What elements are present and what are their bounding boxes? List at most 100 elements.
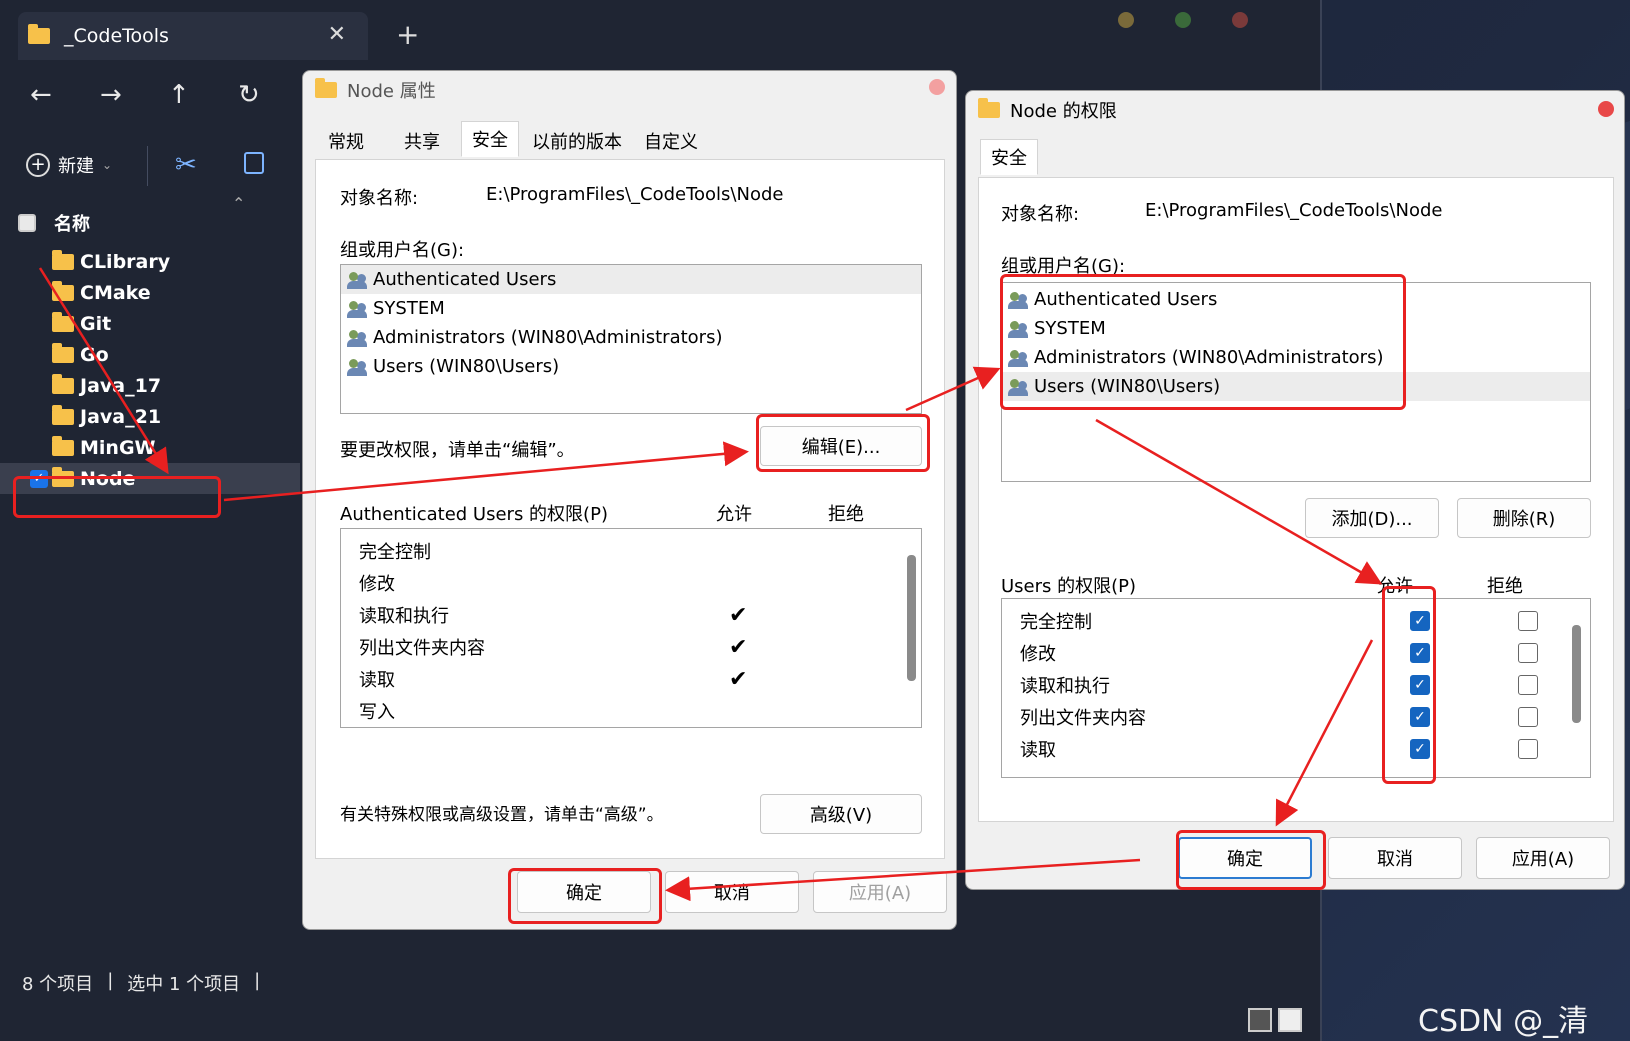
folder-icon (52, 280, 74, 301)
users-listbox: Authenticated Users SYSTEM Administrator… (340, 264, 922, 414)
back-arrow-icon[interactable]: ← (30, 80, 52, 110)
tab-sharing[interactable]: 共享 (393, 125, 451, 157)
add-button[interactable]: 添加(D)... (1305, 498, 1439, 538)
forward-arrow-icon[interactable]: → (100, 80, 122, 110)
scrollbar[interactable] (907, 555, 916, 681)
users-icon (347, 329, 369, 347)
view-switcher (1248, 1008, 1302, 1032)
checkmark-icon: ✔ (729, 666, 748, 692)
user-name: Authenticated Users (373, 269, 557, 290)
tab-strip: 常规 共享 安全 以前的版本 自定义 (317, 121, 709, 157)
up-arrow-icon[interactable]: ↑ (168, 80, 190, 110)
highlight-edit-button (756, 414, 930, 472)
tab-previous-versions[interactable]: 以前的版本 (521, 125, 633, 157)
apply-button[interactable]: 应用(A) (813, 871, 947, 913)
list-item[interactable]: Authenticated Users (341, 265, 921, 294)
permission-name: 列出文件夹内容 (1020, 708, 1146, 729)
folder-icon (315, 78, 337, 98)
highlight-node-folder (13, 476, 221, 518)
deny-checkbox[interactable] (1518, 643, 1538, 663)
list-item[interactable]: Java_21 (0, 401, 300, 432)
tab-general[interactable]: 常规 (317, 125, 375, 157)
list-item[interactable]: SYSTEM (341, 294, 921, 323)
tab-security[interactable]: 安全 (461, 121, 519, 157)
users-icon (347, 358, 369, 376)
permission-row: 写入 (359, 695, 921, 727)
apply-button[interactable]: 应用(A) (1476, 837, 1610, 879)
permission-row: 读取 ✔ (359, 663, 921, 695)
deny-checkbox[interactable] (1518, 611, 1538, 631)
advanced-button[interactable]: 高级(V) (760, 794, 922, 834)
list-item[interactable]: Git (0, 308, 300, 339)
permission-row: 读取和执行 ✓ (1020, 669, 1590, 701)
permission-row: 完全控制 (359, 535, 921, 567)
permission-name: 读取 (1020, 740, 1056, 761)
deny-checkbox[interactable] (1518, 739, 1538, 759)
folder-icon (52, 311, 74, 332)
remove-button[interactable]: 删除(R) (1457, 498, 1591, 538)
list-item[interactable]: CLibrary (0, 246, 300, 277)
object-name-value: E:\ProgramFiles\_CodeTools\Node (486, 184, 784, 205)
status-divider: | (107, 970, 114, 991)
folder-icon (978, 98, 1000, 118)
tiles-view-icon[interactable] (1278, 1008, 1302, 1032)
folder-icon (52, 435, 74, 456)
explorer-tab[interactable]: _CodeTools ✕ (18, 12, 368, 60)
tab-customize[interactable]: 自定义 (633, 125, 709, 157)
list-item[interactable]: Java_17 (0, 370, 300, 401)
folder-name: Java_21 (80, 405, 162, 428)
status-divider: | (254, 970, 261, 991)
new-tab-button[interactable]: + (396, 18, 419, 51)
object-name-label: 对象名称: (1001, 204, 1080, 225)
permission-name: 列出文件夹内容 (359, 638, 485, 659)
cancel-button[interactable]: 取消 (1328, 837, 1462, 879)
list-item[interactable]: CMake (0, 277, 300, 308)
tab-title: _CodeTools (64, 25, 169, 47)
close-tab-icon[interactable]: ✕ (328, 22, 346, 47)
deny-checkbox[interactable] (1518, 675, 1538, 695)
column-name-header[interactable]: 名称 (54, 210, 90, 236)
cancel-button[interactable]: 取消 (665, 871, 799, 913)
cut-icon[interactable]: ✂ (175, 150, 197, 180)
permissions-list: 完全控制 修改 读取和执行 ✔ 列出文件夹内容 ✔ 读取 ✔ 写入 (340, 528, 922, 728)
folder-name: Java_17 (80, 374, 162, 397)
tab-security[interactable]: 安全 (980, 139, 1038, 175)
scrollbar[interactable] (1572, 625, 1581, 723)
permissions-list: 完全控制 ✓ 修改 ✓ 读取和执行 ✓ 列出文件夹内容 ✓ 读取 ✓ (1001, 598, 1591, 778)
dialog-titlebar: Node 属性 (315, 77, 436, 103)
deny-header: 拒绝 (828, 504, 864, 525)
close-window-button[interactable] (1232, 12, 1248, 28)
list-item[interactable]: Administrators (WIN80\Administrators) (341, 323, 921, 352)
permission-row: 列出文件夹内容 ✓ (1020, 701, 1590, 733)
folder-name: Go (80, 343, 109, 366)
permissions-dialog: Node 的权限 安全 对象名称: E:\ProgramFiles\_CodeT… (965, 90, 1625, 890)
close-icon[interactable] (1598, 101, 1614, 117)
folder-name: Git (80, 312, 112, 335)
refresh-icon[interactable]: ↻ (238, 80, 260, 110)
checkmark-icon: ✔ (729, 602, 748, 628)
copy-icon[interactable] (244, 152, 264, 174)
minimize-button[interactable] (1118, 12, 1134, 28)
permission-name: 修改 (1020, 644, 1056, 665)
users-icon (347, 300, 369, 318)
details-view-icon[interactable] (1248, 1008, 1272, 1032)
users-icon (347, 271, 369, 289)
item-count: 8 个项目 (22, 974, 94, 995)
permission-row: 修改 ✓ (1020, 637, 1590, 669)
close-icon[interactable] (929, 79, 945, 95)
permission-name: 修改 (359, 574, 395, 595)
list-item[interactable]: Go (0, 339, 300, 370)
dialog-title: Node 属性 (347, 81, 436, 102)
folder-icon (52, 404, 74, 425)
permission-name: 读取和执行 (359, 606, 449, 627)
permission-name: 读取 (359, 670, 395, 691)
list-item[interactable]: Users (WIN80\Users) (341, 352, 921, 381)
new-button[interactable]: + 新建 ⌄ (26, 152, 112, 178)
list-item[interactable]: MinGW (0, 432, 300, 463)
select-all-checkbox[interactable] (18, 214, 36, 232)
permissions-label: Authenticated Users 的权限(P) (340, 504, 608, 525)
folder-icon (52, 342, 74, 363)
maximize-button[interactable] (1175, 12, 1191, 28)
permission-row: 列出文件夹内容 ✔ (359, 631, 921, 663)
deny-checkbox[interactable] (1518, 707, 1538, 727)
